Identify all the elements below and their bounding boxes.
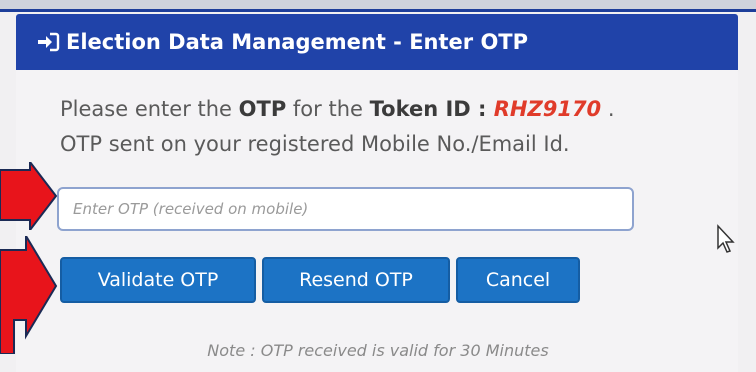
otp-instruction: Please enter the OTP for the Token ID : …	[60, 97, 615, 121]
otp-sent-message: OTP sent on your registered Mobile No./E…	[60, 132, 570, 156]
otp-input[interactable]	[57, 187, 634, 231]
panel-title: Election Data Management - Enter OTP	[66, 30, 529, 54]
resend-otp-button[interactable]: Resend OTP	[262, 257, 450, 303]
validate-otp-button[interactable]: Validate OTP	[60, 257, 256, 303]
panel-header: Election Data Management - Enter OTP	[16, 14, 738, 70]
panel-outline	[0, 2, 756, 12]
mouse-cursor-icon	[717, 224, 735, 253]
instruction-middle: for the	[286, 97, 370, 121]
instruction-suffix: .	[601, 97, 615, 121]
annotation-arrow-icon	[0, 162, 58, 230]
otp-validity-note: Note : OTP received is valid for 30 Minu…	[207, 341, 549, 360]
cancel-button[interactable]: Cancel	[456, 257, 580, 303]
instruction-otp-word: OTP	[238, 97, 287, 121]
token-label: Token ID :	[369, 97, 494, 121]
instruction-prefix: Please enter the	[60, 97, 239, 121]
token-id: RHZ9170	[493, 97, 602, 121]
sign-in-icon	[36, 32, 60, 52]
annotation-arrow-icon	[0, 236, 58, 354]
